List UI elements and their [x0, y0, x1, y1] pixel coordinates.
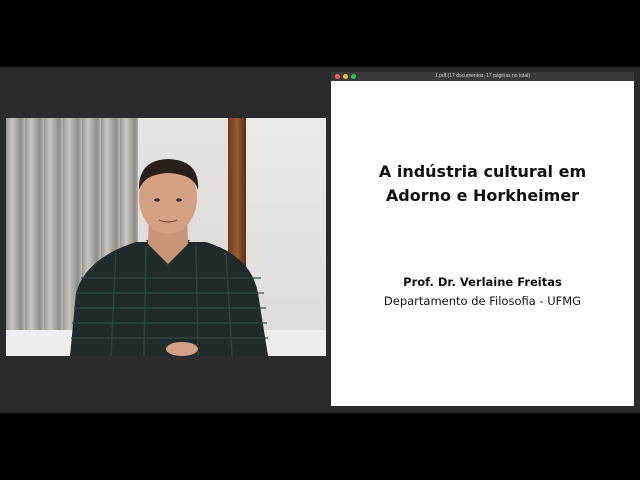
window-titlebar: 1.pdf (17 documentos, 17 páginas no tota… — [331, 72, 634, 81]
maximize-icon[interactable] — [351, 74, 356, 79]
window-title: 1.pdf (17 documentos, 17 páginas no tota… — [435, 73, 531, 79]
slide-author: Prof. Dr. Verlaine Freitas — [403, 275, 562, 289]
screen-share-window[interactable]: 1.pdf (17 documentos, 17 páginas no tota… — [331, 72, 634, 406]
presenter-figure — [70, 159, 268, 356]
close-icon[interactable] — [335, 74, 340, 79]
participant-video-tile[interactable] — [6, 118, 326, 356]
slide-department: Departamento de Filosofia - UFMG — [383, 294, 582, 308]
slide-title: A indústria cultural em Adorno e Horkhei… — [331, 160, 634, 208]
minimize-icon[interactable] — [343, 74, 348, 79]
slide-title-line2: Adorno e Horkheimer — [385, 186, 580, 205]
slide-title-line1: A indústria cultural em — [378, 162, 587, 181]
